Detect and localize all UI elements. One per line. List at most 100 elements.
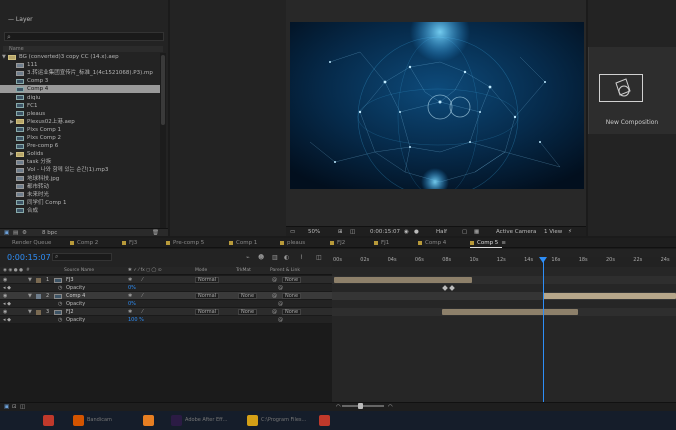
project-item[interactable]: ▼ BG (converted)3 copy CC (14.x).aep <box>0 53 160 61</box>
new-comp-icon[interactable]: ▤ <box>13 230 18 236</box>
mask-icon[interactable]: ◫ <box>350 229 355 235</box>
layer-row[interactable]: ◉ ▼ 3 FJ2 ✱ ⁄ Normal None @ None <box>0 308 332 316</box>
project-item[interactable]: Comp 4 <box>0 85 160 94</box>
collapse-switch-icon[interactable]: ✱ <box>128 309 132 315</box>
caret-down-icon[interactable]: ▼ <box>28 309 32 315</box>
quality-switch-icon[interactable]: ⁄ <box>142 293 143 299</box>
property-row[interactable]: ◂ ◆ ◷ Opacity 100 % @ <box>0 316 332 324</box>
tab-item[interactable]: Comp 4 <box>418 238 446 248</box>
project-item[interactable]: Comp 3 <box>0 77 160 85</box>
project-item[interactable]: Plxs Comp 2 <box>0 134 160 142</box>
layer-label-color[interactable] <box>36 293 41 299</box>
taskbar-item[interactable]: C:\Program Files... <box>244 413 312 428</box>
layer-name[interactable]: Comp 4 <box>66 293 85 299</box>
tab-item[interactable]: Comp 2 <box>70 238 98 248</box>
caret-down-icon[interactable]: ▼ <box>28 293 32 299</box>
project-item[interactable]: FC1 <box>0 102 160 110</box>
visibility-eye-icon[interactable]: ◉ <box>3 309 7 315</box>
grid-icon[interactable]: ⊞ <box>338 229 343 235</box>
bpc-toggle[interactable]: 8 bpc <box>42 230 57 236</box>
settings-icon[interactable]: ⚙ <box>22 230 27 236</box>
expression-pickwhip-icon[interactable]: @ <box>278 301 283 307</box>
label-column[interactable]: # <box>26 268 30 273</box>
zoom-in-icon[interactable]: ◠ <box>388 404 393 410</box>
layer-duration-bar[interactable] <box>442 309 578 315</box>
layer-label-color[interactable] <box>36 309 41 315</box>
project-item[interactable]: 111 <box>0 61 160 69</box>
always-preview-icon[interactable]: ▭ <box>290 229 295 235</box>
layer-label-color[interactable] <box>36 277 41 283</box>
project-item[interactable]: diqiu <box>0 94 160 102</box>
pickwhip-icon[interactable]: @ <box>272 309 277 315</box>
caret-down-icon[interactable]: ▼ <box>2 53 6 61</box>
view-layout-dropdown[interactable]: 1 View <box>544 229 562 235</box>
expression-pickwhip-icon[interactable]: @ <box>278 317 283 323</box>
stopwatch-icon[interactable]: ◷ <box>58 317 62 323</box>
zoom-dropdown[interactable]: 50% <box>308 229 320 235</box>
parent-dropdown[interactable]: None <box>282 308 302 315</box>
playhead-line[interactable] <box>543 257 544 402</box>
composition-canvas[interactable] <box>290 22 584 189</box>
graph-editor-icon[interactable]: ⌇ <box>300 254 303 261</box>
taskbar-item[interactable] <box>316 413 336 428</box>
tab-item[interactable]: FJ3 <box>122 238 137 248</box>
blend-mode-dropdown[interactable]: Normal <box>195 276 220 283</box>
layer-duration-bar[interactable] <box>543 293 676 299</box>
project-item[interactable]: ▶ Solids <box>0 150 160 158</box>
tab-menu-icon[interactable]: ≡ <box>501 240 506 246</box>
pickwhip-icon[interactable]: @ <box>272 293 277 299</box>
stopwatch-icon[interactable]: ◷ <box>58 301 62 307</box>
scrollbar-thumb[interactable] <box>161 55 165 125</box>
keyframe-nav-icon[interactable]: ◂ ◆ <box>3 301 11 307</box>
layer-name[interactable]: FJ2 <box>66 309 74 315</box>
viewer-timecode[interactable]: 0:00:15:07 <box>370 229 400 235</box>
layer-row[interactable]: ◉ ▼ 1 FJ3 ✱ ⁄ Normal @ None <box>0 276 332 284</box>
trkmat-column[interactable]: TrkMat <box>236 268 251 273</box>
property-row[interactable]: ◂ ◆ ◷ Opacity 0% @ <box>0 284 332 292</box>
shy-icon[interactable]: ☻ <box>258 254 264 261</box>
property-value[interactable]: 0% <box>128 301 136 307</box>
project-item[interactable]: 都市转动 <box>0 183 160 191</box>
layer-track[interactable] <box>332 284 676 292</box>
new-folder-icon[interactable]: ▣ <box>4 230 9 236</box>
parent-dropdown[interactable]: None <box>282 292 302 299</box>
timeline-settings-icon[interactable]: ◫ <box>316 254 322 261</box>
pickwhip-icon[interactable]: @ <box>272 277 277 283</box>
property-value[interactable]: 100 % <box>128 317 144 323</box>
roi-icon[interactable]: ▢ <box>462 229 467 235</box>
caret-right-icon[interactable]: ▶ <box>10 150 14 158</box>
project-item[interactable]: Vol - 나와 함께 있는 순간(1).mp3 <box>0 166 160 174</box>
layer-duration-bar[interactable] <box>334 277 472 283</box>
property-row[interactable]: ◂ ◆ ◷ Opacity 0% @ <box>0 300 332 308</box>
collapse-switch-icon[interactable]: ✱ <box>128 293 132 299</box>
toggle-modes-icon[interactable]: ⊡ <box>12 404 17 410</box>
draft-3d-icon[interactable]: ⌁ <box>246 254 250 261</box>
av-switches-icon[interactable]: ◉ ◉ ● ● <box>3 268 23 273</box>
zoom-out-icon[interactable]: ◠ <box>336 404 341 410</box>
snapshot-icon[interactable]: ◉ <box>404 229 409 235</box>
fast-preview-icon[interactable]: ⚡ <box>568 229 572 235</box>
layer-row[interactable]: ◉ ▼ 2 Comp 4 ✱ ⁄ Normal None @ None <box>0 292 332 300</box>
layer-track[interactable] <box>332 316 676 324</box>
layer-name[interactable]: FJ3 <box>66 277 74 283</box>
keyframe-nav-icon[interactable]: ◂ ◆ <box>3 317 11 323</box>
trkmat-dropdown[interactable]: None <box>238 292 258 299</box>
visibility-eye-icon[interactable]: ◉ <box>3 293 7 299</box>
collapse-switch-icon[interactable]: ✱ <box>128 277 132 283</box>
frame-blending-icon[interactable]: ▥ <box>272 254 278 261</box>
visibility-eye-icon[interactable]: ◉ <box>3 277 7 283</box>
taskbar-item[interactable]: Adobe After Eff... <box>168 413 236 428</box>
source-name-column[interactable]: Source Name <box>64 268 94 273</box>
tab-item[interactable]: Render Queue <box>12 238 51 248</box>
caret-down-icon[interactable]: ▼ <box>28 277 32 283</box>
switches-column[interactable]: ✱ ✓ ⁄ fx ◻ ◯ ⊙ <box>128 268 162 273</box>
blend-mode-dropdown[interactable]: Normal <box>195 292 220 299</box>
parent-column[interactable]: Parent & Link <box>270 268 300 273</box>
keyframe-nav-icon[interactable]: ◂ ◆ <box>3 285 11 291</box>
channel-icon[interactable]: ● <box>414 229 419 235</box>
layer-track[interactable] <box>332 300 676 308</box>
taskbar-item[interactable] <box>140 413 160 428</box>
project-item[interactable]: task 分拆 <box>0 158 160 166</box>
project-item[interactable]: Plxs Comp 1 <box>0 126 160 134</box>
trkmat-dropdown[interactable]: None <box>238 308 258 315</box>
